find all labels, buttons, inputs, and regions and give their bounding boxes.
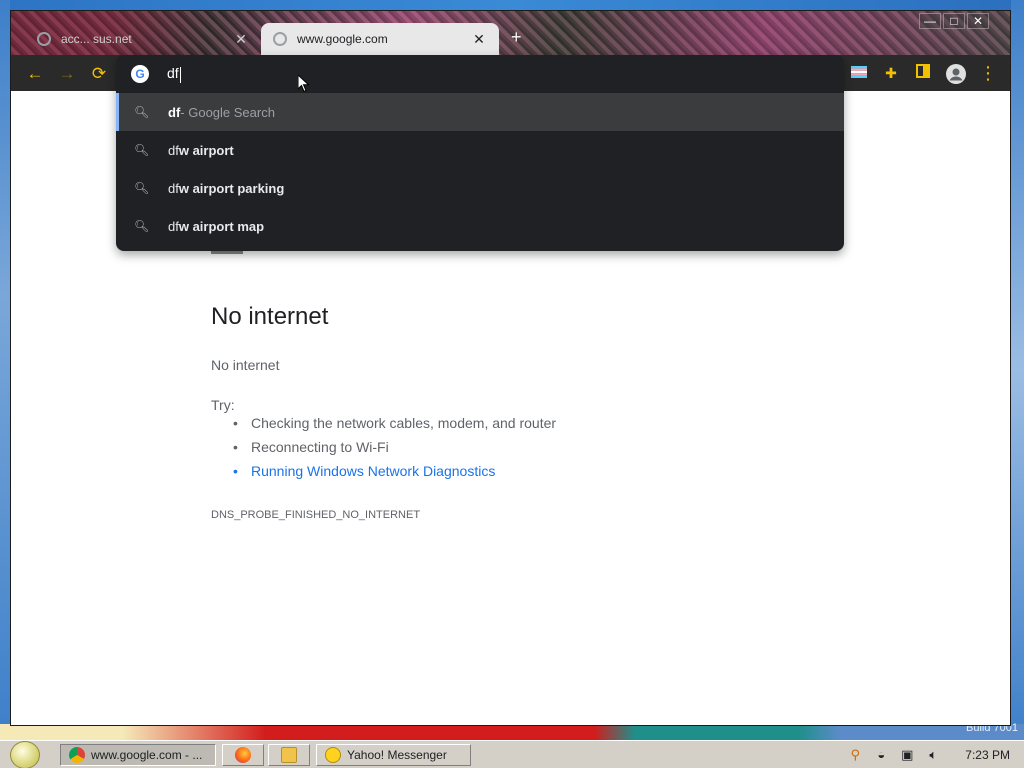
profile-avatar-icon[interactable] [946, 64, 966, 84]
error-code: DNS_PROBE_FINISHED_NO_INTERNET [211, 509, 421, 521]
tips-list: Checking the network cables, modem, and … [211, 411, 556, 483]
tip-item: Checking the network cables, modem, and … [211, 411, 556, 435]
search-icon: 🔍︎ [134, 219, 150, 233]
search-icon: 🔍︎ [134, 143, 150, 157]
desktop-right-strip [1011, 0, 1024, 740]
error-subheading: No internet [211, 357, 280, 373]
tab-favicon-icon [273, 32, 287, 46]
suggestion-completion: w airport map [178, 218, 265, 234]
tab-close-icon[interactable]: ✕ [233, 31, 249, 48]
error-heading: No internet [211, 303, 329, 330]
new-tab-button[interactable]: + [511, 27, 522, 48]
minimize-button[interactable]: — [919, 13, 941, 29]
start-orb-icon [10, 741, 40, 768]
folder-icon [281, 747, 297, 763]
flag-extension-icon[interactable] [850, 64, 868, 82]
desktop-left-strip [0, 0, 10, 740]
suggestion-completion: w airport [178, 142, 234, 158]
taskbar-item-label: Yahoo! Messenger [347, 748, 447, 762]
yahoo-messenger-icon [325, 747, 341, 763]
maximize-button[interactable]: □ [943, 13, 965, 29]
suggestion-item[interactable]: 🔍︎ df - Google Search [116, 93, 844, 131]
system-tray: ⚲ ◒ ▣ 🔈︎ 7:23 PM [847, 744, 1010, 766]
omnibox-dropdown: G df 🔍︎ df - Google Search 🔍︎ df w airpor… [116, 55, 844, 251]
suggestion-typed: df [168, 218, 179, 234]
reload-button[interactable]: ⟳ [89, 64, 109, 84]
suggestion-suffix: - Google Search [180, 104, 275, 120]
tip-item: Reconnecting to Wi-Fi [211, 435, 556, 459]
omnibox-input[interactable]: df [167, 65, 767, 83]
tab-title: www.google.com [297, 32, 388, 46]
chrome-icon [69, 747, 85, 763]
close-window-button[interactable]: ✕ [967, 13, 989, 29]
side-panel-icon[interactable] [914, 64, 932, 82]
browser-titlebar: acc... sus.net ✕ www.google.com ✕ + — □ … [11, 11, 1010, 55]
taskbar-item-explorer[interactable] [268, 744, 310, 766]
tab-inactive[interactable]: acc... sus.net ✕ [25, 23, 261, 55]
tab-close-icon[interactable]: ✕ [471, 31, 487, 48]
suggestion-typed: df [168, 180, 179, 196]
back-button[interactable]: ← [25, 64, 45, 84]
extensions-puzzle-icon[interactable]: ✚ [882, 64, 900, 82]
dino-icon [211, 251, 243, 254]
tab-title: acc... sus.net [61, 32, 132, 46]
volume-icon[interactable]: 🔈︎ [925, 747, 941, 763]
text-caret [179, 66, 181, 83]
omnibox-value: df [167, 65, 179, 82]
suggestion-completion: w airport parking [178, 180, 285, 196]
status-tray-icon[interactable]: ◒ [873, 747, 889, 763]
suggestion-item[interactable]: 🔍︎ df w airport parking [116, 169, 844, 207]
suggestion-item[interactable]: 🔍︎ df w airport [116, 131, 844, 169]
network-diagnostics-link[interactable]: Running Windows Network Diagnostics [211, 459, 556, 483]
suggestion-item[interactable]: 🔍︎ df w airport map [116, 207, 844, 245]
suggestion-typed: df [168, 142, 179, 158]
network-tray-icon[interactable]: ▣ [899, 747, 915, 763]
search-icon: 🔍︎ [134, 181, 150, 195]
taskbar-item-firefox[interactable] [222, 744, 264, 766]
taskbar-item-label: www.google.com - ... [91, 748, 203, 762]
mouse-cursor-icon [298, 75, 310, 93]
browser-window: acc... sus.net ✕ www.google.com ✕ + — □ … [10, 10, 1011, 726]
search-icon: 🔍︎ [134, 105, 150, 119]
browser-menu-icon[interactable]: ⋮ [979, 64, 997, 82]
tab-active[interactable]: www.google.com ✕ [261, 23, 499, 55]
desktop-wallpaper-strip [0, 724, 1024, 740]
taskbar: www.google.com - ... Yahoo! Messenger ⚲ … [0, 740, 1024, 768]
firefox-icon [235, 747, 251, 763]
forward-button[interactable]: → [57, 64, 77, 84]
google-g-icon: G [131, 65, 149, 83]
suggestion-typed: df [168, 104, 181, 120]
tab-favicon-icon [37, 32, 51, 46]
omnibox[interactable]: G df [116, 55, 844, 93]
clock[interactable]: 7:23 PM [965, 748, 1010, 762]
taskbar-item-chrome[interactable]: www.google.com - ... [60, 744, 216, 766]
start-button[interactable] [7, 741, 47, 768]
taskbar-item-yahoo-messenger[interactable]: Yahoo! Messenger [316, 744, 471, 766]
search-tray-icon[interactable]: ⚲ [847, 747, 863, 763]
